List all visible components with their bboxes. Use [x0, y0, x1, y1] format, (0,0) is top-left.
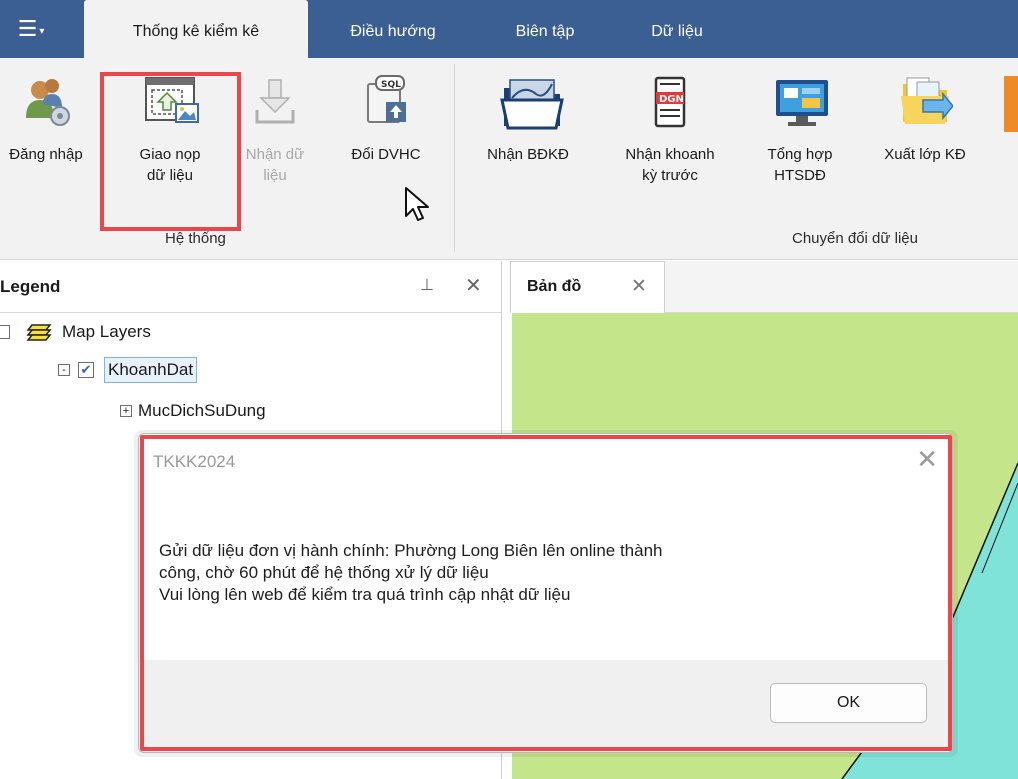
legend-title: Legend: [0, 277, 61, 296]
dialog-footer: OK: [139, 660, 952, 752]
mouse-cursor-icon: [403, 186, 433, 224]
tab-dieu-huong[interactable]: Điều hướng: [318, 0, 468, 58]
collapse-icon[interactable]: -: [58, 364, 70, 376]
chevron-down-icon: ▾: [39, 25, 45, 37]
dialog-title: TKKK2024: [153, 452, 236, 471]
change-dvhc-button[interactable]: SQL Đổi DVHC: [330, 74, 442, 165]
group-label-he-thong: Hệ thống: [165, 230, 226, 247]
layers-icon: [26, 321, 52, 343]
expand-icon[interactable]: +: [120, 405, 132, 417]
sql-upload-icon: SQL: [358, 74, 414, 130]
download-icon: [247, 74, 303, 130]
tab-thong-ke-kiem-ke[interactable]: Thống kê kiểm kê: [84, 0, 308, 58]
layer-checkbox[interactable]: ✔: [78, 362, 94, 378]
folder-map-icon: [500, 74, 564, 130]
tree-node-map-layers[interactable]: Map Layers: [0, 321, 151, 343]
summary-htsdd-button-label: Tổng hợp HTSDĐ: [767, 146, 833, 184]
app-menu-button[interactable]: ☰ ▾: [0, 0, 62, 58]
app-menu-icon: ☰: [17, 16, 38, 41]
tree-node-khoanhdat[interactable]: - ✔ KhoanhDat: [58, 357, 198, 383]
tree-label-map-layers: Map Layers: [62, 322, 151, 341]
ok-button[interactable]: OK: [770, 683, 927, 723]
export-folder-icon: [897, 74, 954, 130]
pin-icon[interactable]: ⊥: [420, 275, 434, 295]
close-icon[interactable]: ✕: [916, 444, 938, 475]
login-button-label: Đăng nhập: [9, 146, 83, 163]
tab-du-lieu[interactable]: Dữ liệu: [622, 0, 732, 58]
close-icon[interactable]: ✕: [465, 273, 482, 298]
export-layer-button[interactable]: Xuất lớp KĐ: [862, 74, 988, 165]
tree-expander[interactable]: [0, 325, 10, 339]
change-dvhc-button-label: Đổi DVHC: [351, 146, 421, 163]
message-dialog: TKKK2024 ✕ Gửi dữ liệu đơn vị hành chính…: [138, 433, 953, 753]
map-tab-strip: Bản đồ ✕: [510, 261, 1018, 313]
receive-previous-parcels-button-label: Nhận khoanh kỳ trước: [625, 146, 715, 184]
receive-previous-parcels-button[interactable]: DGN Nhận khoanh kỳ trước: [600, 74, 740, 186]
tree-label-khoanhdat: KhoanhDat: [104, 357, 198, 383]
group-label-chuyen-doi: Chuyển đổi dữ liệu: [792, 230, 918, 247]
ribbon-icon-partial: [1004, 76, 1018, 132]
map-tab-label: Bản đồ: [527, 278, 582, 295]
summary-htsdd-button[interactable]: Tổng hợp HTSDĐ: [748, 74, 852, 186]
receive-bdkd-button[interactable]: Nhận BĐKĐ: [466, 74, 590, 165]
dgn-file-icon: DGN: [642, 74, 698, 130]
login-users-icon: [18, 74, 74, 130]
annotation-highlight-submit: [100, 72, 241, 231]
tab-bien-tap[interactable]: Biên tập: [490, 0, 600, 58]
monitor-icon: [772, 74, 828, 130]
svg-text:DGN: DGN: [659, 94, 684, 105]
tab-ban-do[interactable]: Bản đồ ✕: [510, 261, 665, 313]
close-icon[interactable]: ✕: [631, 275, 647, 298]
receive-data-button[interactable]: Nhận dữ liệu: [228, 74, 322, 186]
tree-node-mucdichsudung[interactable]: + MucDichSuDung: [120, 401, 266, 421]
tree-label-mucdichsudung: MucDichSuDung: [138, 401, 266, 420]
receive-bdkd-button-label: Nhận BĐKĐ: [487, 146, 569, 163]
next-ribbon-button-partial[interactable]: [1004, 76, 1018, 206]
export-layer-button-label: Xuất lớp KĐ: [884, 146, 966, 163]
svg-text:SQL: SQL: [381, 80, 401, 90]
ribbon-tab-bar: ☰ ▾ Thống kê kiểm kê Điều hướng Biên tập …: [0, 0, 1018, 58]
receive-data-button-label: Nhận dữ liệu: [245, 146, 305, 184]
legend-header: Legend ⊥ ✕: [0, 261, 501, 313]
login-button[interactable]: Đăng nhập: [0, 74, 92, 165]
dialog-message: Gửi dữ liệu đơn vị hành chính: Phường Lo…: [159, 541, 663, 604]
group-separator: [454, 64, 455, 252]
